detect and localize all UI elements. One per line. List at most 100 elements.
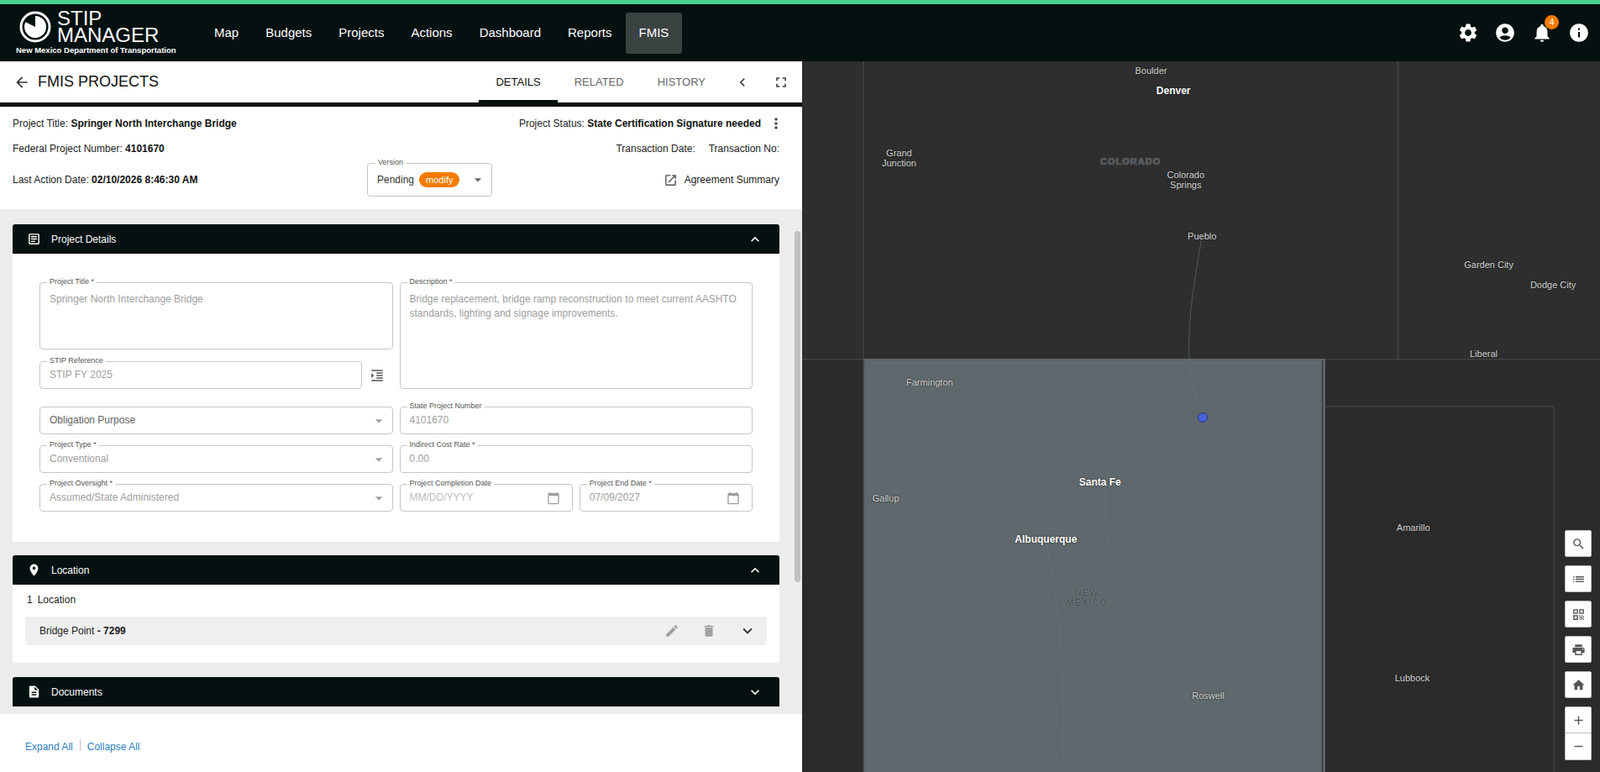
edit-icon[interactable]	[664, 623, 680, 639]
legend-icon[interactable]	[1571, 571, 1586, 587]
last-action-date-label: Last Action Date:	[12, 173, 90, 186]
map-controls	[1564, 529, 1592, 761]
project-point[interactable]	[1197, 412, 1208, 423]
calendar-icon[interactable]	[726, 491, 740, 505]
tab[interactable]: HISTORY	[640, 61, 723, 103]
user-icon[interactable]	[1494, 21, 1517, 44]
tab[interactable]: DETAILS	[478, 61, 557, 103]
field-label: Indirect Cost Rate *	[407, 440, 478, 449]
form-field[interactable]: Project Oversight *Assumed/State Adminis…	[39, 483, 394, 512]
home-icon[interactable]	[1571, 677, 1586, 693]
trash-icon[interactable]	[701, 623, 717, 639]
nav-label: Projects	[338, 23, 384, 43]
zoom-in-button[interactable]	[1564, 706, 1592, 734]
form-field[interactable]: State Project Number4101670	[399, 406, 754, 435]
tab[interactable]: RELATED	[557, 61, 641, 103]
nav-label: Actions	[410, 23, 452, 43]
form-field[interactable]: Description *Bridge replacement, bridge …	[399, 282, 754, 389]
fullscreen-icon[interactable]	[772, 73, 790, 91]
project-title-label: Project Title:	[12, 117, 69, 130]
nav-item[interactable]: Reports	[554, 12, 626, 54]
nav-item[interactable]: Projects	[325, 12, 398, 54]
field-value: STIP FY 2025	[40, 367, 362, 383]
location-icon	[26, 562, 42, 578]
map-label: NEW MEXICO	[1065, 587, 1107, 608]
field-value: 4101670	[400, 413, 753, 428]
home-button[interactable]	[1564, 671, 1592, 698]
form-field[interactable]: STIP ReferenceSTIP FY 2025	[39, 361, 362, 389]
dropdown-arrow-icon[interactable]	[370, 412, 388, 430]
collapse-chevron-icon[interactable]	[746, 561, 764, 579]
zoom-out-button[interactable]	[1564, 733, 1592, 761]
print-icon[interactable]	[1571, 642, 1586, 657]
back-arrow-icon[interactable]	[13, 73, 31, 91]
location-header[interactable]: Location	[12, 555, 780, 585]
agreement-summary-text[interactable]: Agreement Summary	[684, 172, 780, 188]
map-label: Dodge City	[1530, 279, 1576, 290]
project-details-header[interactable]: Project Details	[12, 224, 780, 254]
qr-code-button[interactable]	[1564, 600, 1592, 628]
field-label: Project Title *	[47, 278, 97, 286]
scrollbar-thumb[interactable]	[794, 230, 801, 583]
form-field[interactable]: Obligation Purpose	[39, 406, 394, 435]
form-field[interactable]: Project Type *Conventional	[39, 445, 394, 473]
section-title: Project Details	[51, 231, 116, 247]
nav-item[interactable]: Budgets	[251, 12, 326, 54]
nav-item[interactable]: Dashboard	[466, 12, 555, 54]
dropdown-arrow-icon[interactable]	[469, 171, 487, 189]
map-label: Amarillo	[1396, 522, 1431, 533]
expand-all-link[interactable]: Expand All	[25, 739, 80, 755]
chevron-left-icon[interactable]	[734, 73, 751, 91]
form-field[interactable]: Project Completion DateMM/DD/YYYY	[399, 483, 573, 512]
logo-icon	[18, 10, 53, 44]
last-action-date: Last Action Date: 02/10/2026 8:46:30 AM	[12, 172, 368, 188]
location-count: 1	[26, 592, 33, 608]
form-field[interactable]: Project Title *Springer North Interchang…	[39, 282, 394, 350]
kebab-menu-icon[interactable]	[767, 115, 785, 132]
field-value: Conventional	[40, 451, 371, 467]
collapse-chevron-icon[interactable]	[746, 230, 764, 248]
info-icon[interactable]	[1568, 21, 1590, 44]
map-label: Boulder	[1135, 65, 1168, 76]
notifications[interactable]: 4	[1531, 21, 1553, 44]
nav-item[interactable]: FMIS	[625, 12, 683, 54]
documents-header[interactable]: Documents	[12, 676, 780, 707]
zoom-in-icon[interactable]	[1571, 713, 1586, 728]
agreement-summary-link[interactable]: Agreement Summary	[663, 172, 780, 188]
map-label: Liberal	[1469, 348, 1498, 359]
field-value: Springer North Interchange Bridge	[40, 292, 393, 307]
transaction-no-label: Transaction No:	[708, 141, 780, 157]
form-field[interactable]: Project End Date *07/09/2027	[579, 483, 753, 512]
collapse-all-link[interactable]: Collapse All	[80, 739, 141, 755]
logo-title-line: STIP	[57, 10, 159, 27]
field-label: Project Completion Date	[407, 479, 495, 488]
map[interactable]: BoulderDenverGrand JunctionCOLORADOColor…	[802, 61, 1600, 772]
print-button[interactable]	[1564, 635, 1592, 663]
stip-reference-icon[interactable]	[369, 367, 385, 383]
legend-button[interactable]	[1564, 565, 1592, 593]
qr-code-icon[interactable]	[1571, 607, 1586, 622]
expand-chevron-icon[interactable]	[746, 683, 764, 701]
search-icon[interactable]	[1571, 536, 1586, 551]
federal-project-number: Federal Project Number: 4101670	[12, 141, 165, 157]
calendar-icon[interactable]	[546, 491, 561, 505]
zoom-out-icon[interactable]	[1571, 739, 1586, 754]
logo[interactable]: STIPMANAGERNew Mexico Department of Tran…	[0, 10, 201, 56]
version-select[interactable]: VersionPendingmodify	[367, 162, 493, 197]
scrollbar[interactable]	[792, 209, 803, 714]
version-value: Pending	[377, 172, 415, 188]
open-external-icon[interactable]	[663, 173, 678, 188]
dropdown-arrow-icon[interactable]	[370, 451, 388, 468]
field-value: Assumed/State Administered	[40, 490, 371, 505]
map-label: Denver	[1156, 85, 1191, 96]
gear-icon[interactable]	[1457, 21, 1480, 44]
form-field[interactable]: Indirect Cost Rate *0.00	[399, 445, 754, 473]
dropdown-arrow-icon[interactable]	[370, 489, 388, 507]
nav-item[interactable]: Actions	[397, 12, 466, 54]
section-title: Documents	[51, 684, 103, 700]
location-row[interactable]: Bridge Point - 7299	[25, 616, 767, 646]
nav-item[interactable]: Map	[200, 12, 252, 54]
search-button[interactable]	[1564, 529, 1592, 557]
expand-row-icon[interactable]	[738, 621, 757, 640]
location-id: - 7299	[94, 623, 126, 639]
